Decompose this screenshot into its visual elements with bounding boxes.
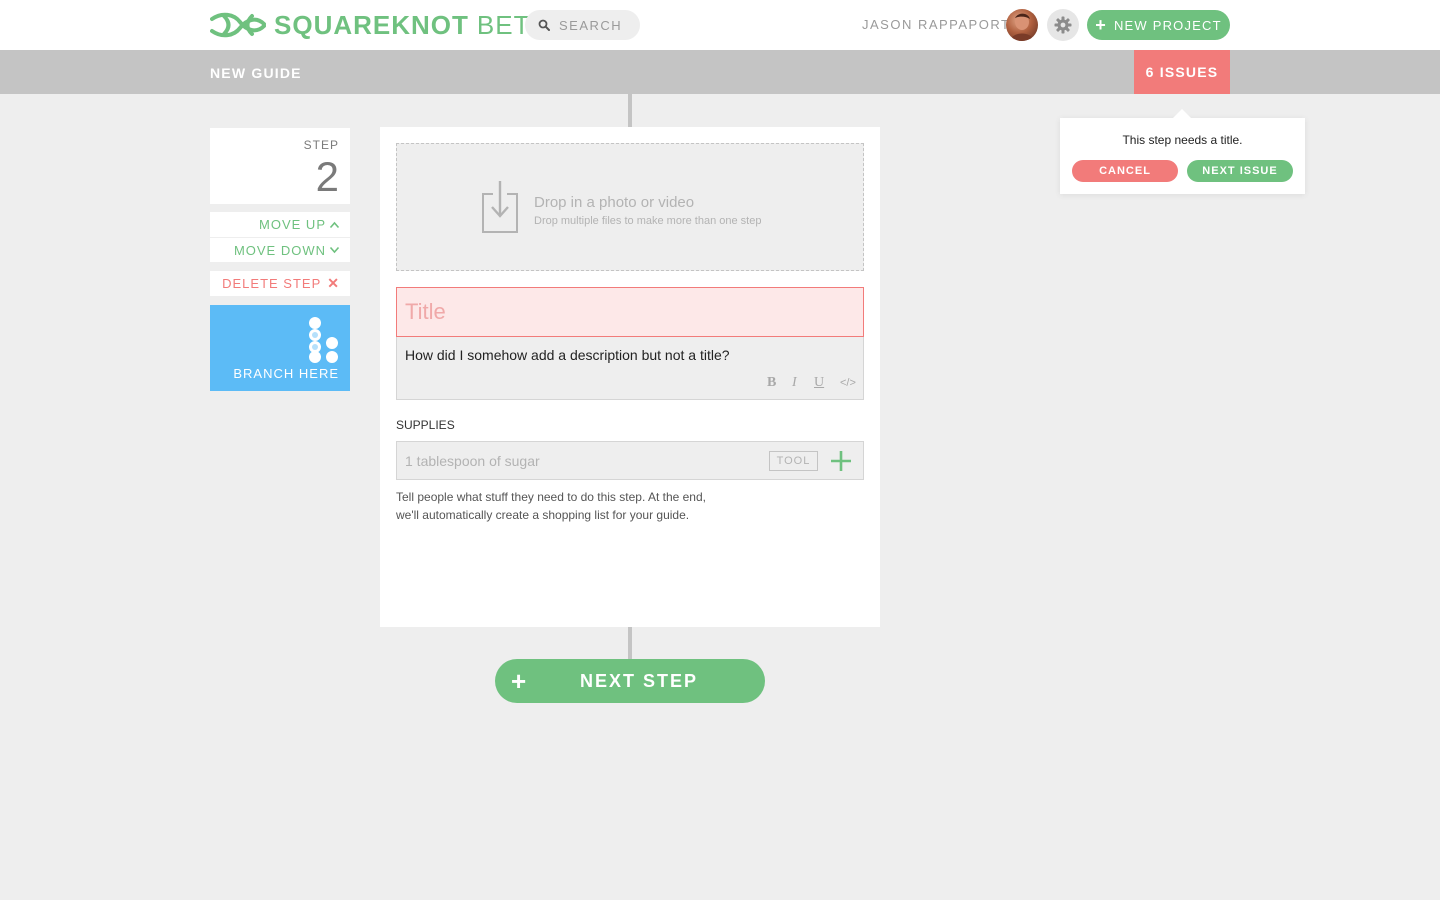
timeline-connector-top — [628, 94, 632, 127]
underline-button[interactable]: U — [814, 375, 824, 391]
search-input[interactable] — [559, 17, 639, 33]
chevron-down-icon — [329, 246, 340, 254]
delete-step-button[interactable]: DELETE STEP ✕ — [210, 271, 350, 296]
italic-button[interactable]: I — [792, 375, 797, 391]
chevron-up-icon — [329, 221, 340, 228]
user-name-link[interactable]: JASON RAPPAPORT — [862, 17, 1010, 32]
close-icon: ✕ — [327, 275, 340, 291]
issues-button[interactable]: 6 ISSUES — [1134, 50, 1230, 94]
branch-here-button[interactable]: BRANCH HERE — [210, 305, 350, 391]
description-text[interactable]: How did I somehow add a description but … — [405, 347, 730, 363]
move-up-label: MOVE UP — [259, 217, 326, 232]
popover-caret — [1172, 109, 1192, 119]
new-project-button[interactable]: + NEW PROJECT — [1087, 10, 1230, 40]
next-issue-button[interactable]: NEXT ISSUE — [1187, 160, 1293, 182]
top-navigation-bar: SQUAREKNOT BETA JASON RAPPAPORT — [0, 0, 1440, 50]
delete-step-label: DELETE STEP — [222, 276, 322, 291]
supply-input[interactable] — [397, 442, 757, 479]
settings-button[interactable] — [1047, 9, 1079, 41]
branch-here-label: BRANCH HERE — [233, 366, 339, 381]
download-tray-icon — [482, 181, 518, 233]
guide-title[interactable]: NEW GUIDE — [210, 65, 302, 81]
avatar-photo-icon — [1010, 13, 1034, 41]
issue-popover: This step needs a title. CANCEL NEXT ISS… — [1060, 109, 1305, 194]
supply-entry: TOOL — [396, 441, 864, 480]
step-editor-card: Drop in a photo or video Drop multiple f… — [380, 127, 880, 627]
gear-icon — [1054, 16, 1072, 34]
move-up-button[interactable]: MOVE UP — [210, 212, 350, 237]
move-down-button[interactable]: MOVE DOWN — [210, 237, 350, 262]
step-label: STEP — [303, 138, 339, 152]
add-supply-plus-icon[interactable] — [829, 449, 853, 473]
step-number: 2 — [315, 153, 339, 200]
issue-message: This step needs a title. — [1122, 133, 1243, 147]
user-avatar[interactable] — [1006, 9, 1038, 41]
next-step-button[interactable]: + NEXT STEP — [495, 659, 765, 703]
new-project-label: NEW PROJECT — [1113, 17, 1222, 33]
supplies-hint: Tell people what stuff they need to do t… — [396, 488, 736, 524]
dropzone-title: Drop in a photo or video — [534, 194, 695, 211]
move-down-label: MOVE DOWN — [233, 242, 326, 258]
supplies-hint-line: we'll automatically create a shopping li… — [396, 508, 690, 522]
bold-button[interactable]: B — [767, 375, 776, 391]
supplies-heading: SUPPLIES — [396, 418, 455, 432]
code-button[interactable]: </> — [840, 377, 856, 389]
description-editor[interactable]: How did I somehow add a description but … — [396, 337, 864, 400]
next-step-label: NEXT STEP — [579, 671, 699, 691]
brand-logo[interactable]: SQUAREKNOT BETA — [210, 10, 547, 40]
search-icon — [538, 19, 550, 31]
search-box[interactable] — [525, 10, 640, 40]
dropzone-subtitle: Drop multiple files to make more than on… — [534, 215, 762, 227]
timeline-connector-bottom — [628, 627, 632, 659]
plus-icon: + — [1095, 15, 1107, 35]
brand-name: SQUAREKNOT — [274, 9, 469, 40]
cancel-button[interactable]: CANCEL — [1072, 160, 1178, 182]
branch-icon — [309, 317, 338, 363]
step-indicator: STEP 2 — [210, 128, 350, 204]
guide-title-bar: NEW GUIDE 6 ISSUES — [0, 50, 1440, 94]
tool-toggle[interactable]: TOOL — [769, 451, 818, 471]
step-title-input[interactable] — [396, 287, 864, 337]
move-controls: MOVE UP MOVE DOWN — [210, 212, 350, 262]
supplies-hint-line: Tell people what stuff they need to do t… — [396, 490, 706, 504]
squareknot-knot-icon — [210, 12, 266, 38]
media-dropzone[interactable]: Drop in a photo or video Drop multiple f… — [396, 143, 864, 271]
